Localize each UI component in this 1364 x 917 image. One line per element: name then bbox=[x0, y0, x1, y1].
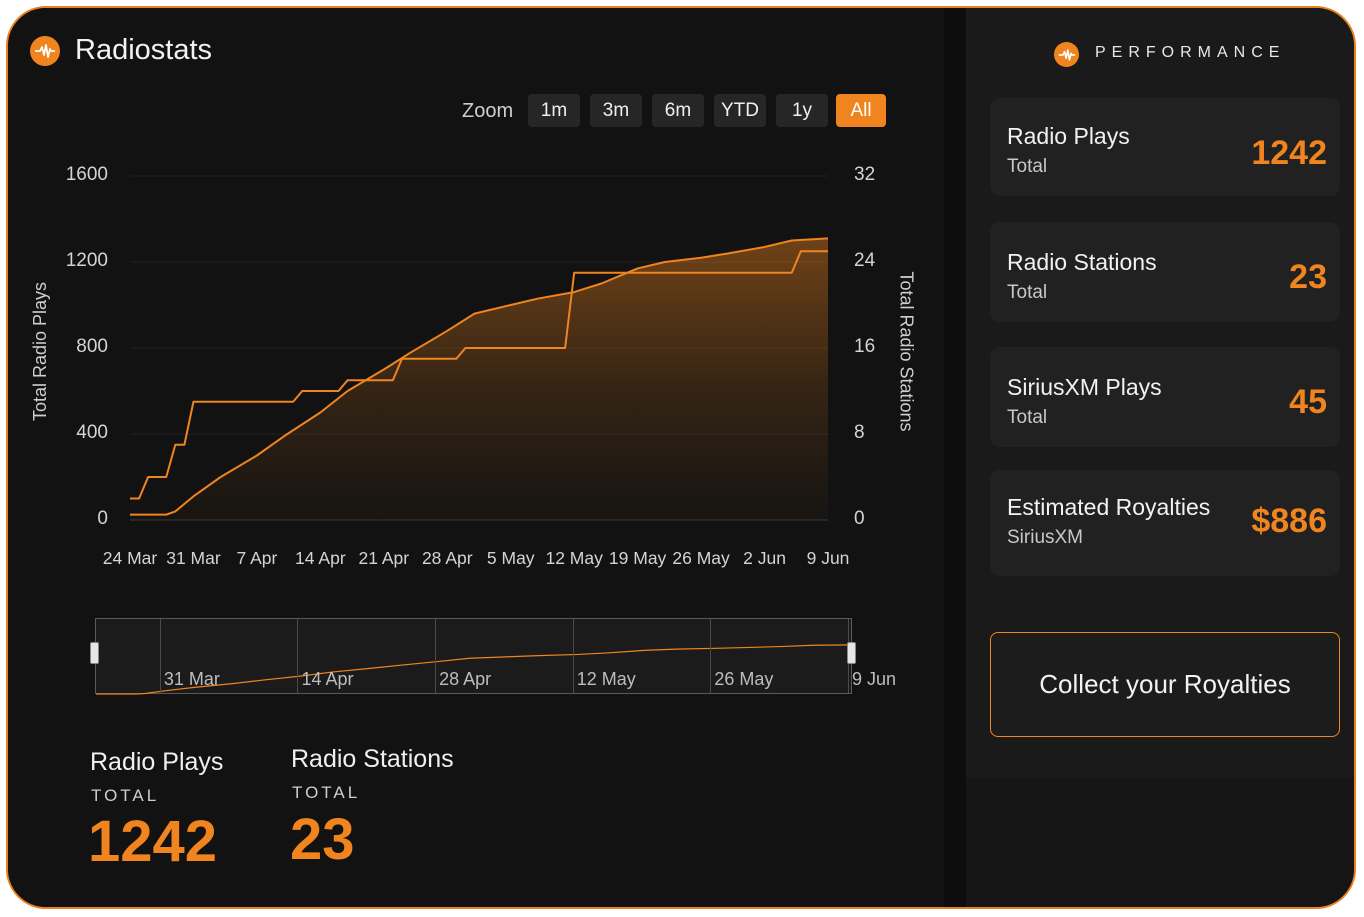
navigator-grid-line bbox=[710, 619, 712, 693]
card-sub: Total bbox=[1007, 156, 1048, 177]
card-value: 45 bbox=[1289, 383, 1327, 421]
x-tick: 31 Mar bbox=[166, 548, 221, 568]
y-tick-right: 0 bbox=[854, 508, 865, 529]
navigator-grid-line bbox=[572, 619, 574, 693]
navigator-tick: 28 Apr bbox=[439, 669, 492, 689]
navigator-grid-line bbox=[297, 619, 299, 693]
total-plays-value: 1242 bbox=[88, 809, 218, 874]
card-value: 23 bbox=[1289, 258, 1327, 296]
performance-panel-footer bbox=[966, 778, 1354, 907]
total-stations-title: Radio Stations bbox=[291, 745, 454, 773]
performance-logo-icon bbox=[1054, 42, 1079, 67]
card-siriusxm-plays: SiriusXM Plays Total 45 bbox=[990, 347, 1340, 447]
navigator-tick: 9 Jun bbox=[852, 669, 897, 689]
y-tick-right: 24 bbox=[854, 250, 876, 271]
navigator-tick: 14 Apr bbox=[301, 669, 354, 689]
card-sub: Total bbox=[1007, 282, 1048, 303]
card-estimated-royalties: Estimated Royalties SiriusXM $886 bbox=[990, 470, 1340, 576]
card-radio-stations: Radio Stations Total 23 bbox=[990, 222, 1340, 322]
x-tick: 5 May bbox=[486, 548, 535, 568]
navigator-grid-line bbox=[159, 619, 161, 693]
collect-royalties-button[interactable]: Collect your Royalties bbox=[990, 632, 1340, 737]
navigator-left-handle[interactable] bbox=[90, 642, 99, 664]
x-tick: 12 May bbox=[545, 548, 603, 568]
y-tick-left: 1200 bbox=[65, 250, 108, 271]
x-tick: 2 Jun bbox=[743, 548, 786, 568]
panel-divider bbox=[944, 8, 966, 907]
plays-area bbox=[130, 238, 828, 520]
y-tick-left: 400 bbox=[76, 422, 108, 443]
y-tick-left: 0 bbox=[97, 508, 108, 529]
card-radio-plays: Radio Plays Total 1242 bbox=[990, 98, 1340, 196]
total-plays-sub: TOTAL bbox=[91, 786, 160, 805]
performance-label: PERFORMANCE bbox=[1095, 44, 1286, 61]
navigator-tick: 12 May bbox=[576, 669, 636, 689]
navigator-right-handle[interactable] bbox=[847, 642, 856, 664]
x-tick: 21 Apr bbox=[358, 548, 410, 568]
total-stations-value: 23 bbox=[290, 807, 355, 872]
y-tick-right: 16 bbox=[854, 336, 876, 357]
x-tick: 19 May bbox=[608, 548, 667, 568]
navigator-tick: 26 May bbox=[714, 669, 774, 689]
y-tick-left: 800 bbox=[76, 336, 108, 357]
range-navigator[interactable]: 31 Mar 14 Apr 28 Apr 12 May 26 May 9 Jun bbox=[95, 618, 896, 695]
card-sub: SiriusXM bbox=[1007, 527, 1084, 548]
total-plays-title: Radio Plays bbox=[90, 748, 224, 776]
x-tick: 26 May bbox=[672, 548, 730, 568]
x-tick: 7 Apr bbox=[236, 548, 278, 568]
card-sub: Total bbox=[1007, 407, 1048, 428]
card-title: Radio Plays bbox=[1007, 123, 1130, 149]
x-tick: 28 Apr bbox=[421, 548, 473, 568]
total-stations-sub: TOTAL bbox=[292, 783, 361, 802]
main-chart bbox=[130, 175, 829, 521]
y-tick-right: 8 bbox=[854, 422, 865, 443]
card-value: 1242 bbox=[1251, 134, 1327, 172]
card-value: $886 bbox=[1251, 502, 1327, 540]
y-tick-left: 1600 bbox=[65, 164, 108, 185]
navigator-grid-line bbox=[435, 619, 437, 693]
app-window: Radiostats Zoom 1m 3m 6m YTD 1y All Tota… bbox=[6, 6, 1356, 909]
card-title: SiriusXM Plays bbox=[1007, 374, 1162, 400]
x-tick: 14 Apr bbox=[295, 548, 346, 568]
navigator-tick: 31 Mar bbox=[163, 669, 220, 689]
x-tick: 9 Jun bbox=[806, 548, 850, 568]
card-title: Estimated Royalties bbox=[1007, 494, 1211, 520]
y-tick-right: 32 bbox=[854, 164, 876, 185]
card-title: Radio Stations bbox=[1007, 249, 1157, 275]
x-tick: 24 Mar bbox=[102, 548, 158, 568]
